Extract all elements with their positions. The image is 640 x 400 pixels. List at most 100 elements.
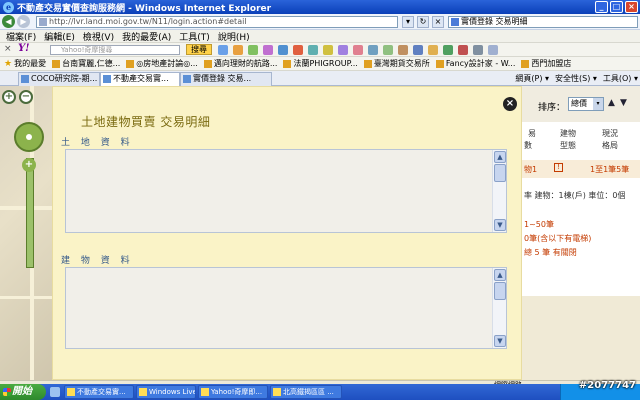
sort-descending-icon[interactable]: ▼ bbox=[620, 98, 627, 108]
column-header: 格局 bbox=[602, 141, 618, 150]
taskbar-item-other[interactable]: 北高鐵揭區區 ... bbox=[270, 385, 342, 399]
land-section-label: 土 地 資 料 bbox=[61, 138, 134, 148]
alert-icon: ! bbox=[554, 163, 563, 172]
dialog-close-icon[interactable]: × bbox=[503, 97, 517, 111]
toolbar-weather-icon[interactable] bbox=[308, 45, 318, 55]
building-scrollbar[interactable]: ▲ ▼ bbox=[492, 268, 506, 348]
favorite-item[interactable]: Fancy設計家 - W... bbox=[435, 58, 515, 69]
toolbar-more-icon[interactable] bbox=[488, 45, 498, 55]
yahoo-logo-icon[interactable]: Y! bbox=[18, 43, 30, 54]
scroll-thumb[interactable] bbox=[494, 282, 506, 300]
favorites-star-icon: ★ bbox=[4, 58, 13, 69]
favorite-item[interactable]: 邁向理財的航路... bbox=[203, 58, 277, 69]
taskbar-item-live[interactable]: Windows Live ... bbox=[136, 385, 196, 399]
scroll-down-icon[interactable]: ▼ bbox=[494, 219, 506, 231]
yahoo-toolbar: × Y! Yahoo!奇摩搜尋 搜尋 bbox=[0, 43, 640, 57]
toolbar-star-icon[interactable] bbox=[428, 45, 438, 55]
favorite-item[interactable]: 西門加盟店 bbox=[521, 58, 571, 69]
tab-transaction[interactable]: 實價登錄 交易... bbox=[180, 72, 272, 86]
toolbar-travel-icon[interactable] bbox=[383, 45, 393, 55]
toolbar-video-icon[interactable] bbox=[293, 45, 303, 55]
tab-page-icon bbox=[21, 75, 29, 83]
toolbar-map-icon[interactable] bbox=[368, 45, 378, 55]
tab-realestate[interactable]: 不動產交易實... bbox=[100, 72, 180, 86]
result-row[interactable]: 物1 ! 1至1筆5筆 bbox=[510, 160, 640, 178]
taskbar-item-yahoo[interactable]: Yahoo!奇摩即... bbox=[198, 385, 268, 399]
map-road bbox=[0, 296, 52, 299]
map-zoom-in-button[interactable]: + bbox=[2, 90, 16, 104]
scroll-up-icon[interactable]: ▲ bbox=[494, 269, 506, 281]
map-zoom-plus-icon[interactable]: + bbox=[22, 158, 36, 172]
sort-select[interactable]: 總價 ▾ bbox=[568, 97, 604, 111]
results-column-headers: 易 建物 現況 數 型態 格局 bbox=[510, 126, 640, 154]
scroll-thumb[interactable] bbox=[494, 164, 506, 182]
task-app-icon bbox=[67, 388, 75, 396]
minimize-button[interactable]: _ bbox=[595, 1, 608, 13]
forward-button[interactable]: ▶ bbox=[17, 15, 30, 28]
menu-help[interactable]: 說明(H) bbox=[218, 30, 250, 43]
land-scrollbar[interactable]: ▲ ▼ bbox=[492, 150, 506, 232]
toolbar-auction-icon[interactable] bbox=[263, 45, 273, 55]
maximize-button[interactable]: □ bbox=[610, 1, 623, 13]
map-view[interactable]: + − + bbox=[0, 86, 52, 380]
refresh-button[interactable]: ↻ bbox=[417, 16, 429, 28]
window-controls: _ □ × bbox=[595, 1, 638, 13]
menu-favorites[interactable]: 我的最愛(A) bbox=[122, 30, 171, 43]
toolbar-movie-icon[interactable] bbox=[458, 45, 468, 55]
tools-menu[interactable]: 工具(O) ▾ bbox=[603, 73, 638, 84]
quicklaunch-ie-icon[interactable] bbox=[50, 387, 60, 397]
sort-ascending-icon[interactable]: ▲ bbox=[608, 98, 615, 108]
toolbar-game-icon[interactable] bbox=[338, 45, 348, 55]
toolbar-mail-icon[interactable] bbox=[218, 45, 228, 55]
favorite-site-icon bbox=[126, 59, 135, 68]
transaction-detail-dialog: 土地建物買賣 交易明細 × 土 地 資 料 ▲ ▼ 建 物 資 料 ▲ ▼ bbox=[52, 86, 522, 380]
toolbar-close-icon[interactable]: × bbox=[4, 44, 12, 54]
favorite-site-icon bbox=[435, 59, 444, 68]
toolbar-news-icon[interactable] bbox=[233, 45, 243, 55]
taskbar-item-ie[interactable]: 不動產交易實... bbox=[64, 385, 134, 399]
toolbar-house-icon[interactable] bbox=[398, 45, 408, 55]
toolbar-shopping-icon[interactable] bbox=[248, 45, 258, 55]
safety-menu[interactable]: 安全性(S) ▾ bbox=[555, 73, 597, 84]
favorite-item[interactable]: 台南寶麗,仁德... bbox=[52, 58, 120, 69]
column-header: 數 bbox=[524, 141, 532, 150]
map-pan-control[interactable] bbox=[14, 122, 44, 152]
toolbar-facebook-icon[interactable] bbox=[278, 45, 288, 55]
browser-search-input[interactable]: 實價登錄 交易明細 bbox=[448, 16, 638, 28]
stop-button[interactable]: × bbox=[432, 16, 444, 28]
map-zoom-out-button[interactable]: − bbox=[19, 90, 33, 104]
favorite-item[interactable]: ◎房地產討論◎... bbox=[126, 58, 198, 69]
scroll-up-icon[interactable]: ▲ bbox=[494, 151, 506, 163]
map-zoom-slider[interactable] bbox=[26, 158, 34, 268]
land-data-textarea[interactable]: ▲ ▼ bbox=[65, 149, 507, 233]
search-provider-icon bbox=[451, 18, 459, 26]
menu-file[interactable]: 檔案(F) bbox=[6, 30, 36, 43]
scroll-down-icon[interactable]: ▼ bbox=[494, 335, 506, 347]
url-input[interactable]: http://lvr.land.moi.gov.tw/N11/login.act… bbox=[36, 16, 398, 28]
yahoo-search-button[interactable]: 搜尋 bbox=[186, 44, 212, 55]
url-dropdown-button[interactable]: ▾ bbox=[402, 16, 414, 28]
page-menu[interactable]: 網頁(P) ▾ bbox=[515, 73, 549, 84]
toolbar-settings-icon[interactable] bbox=[473, 45, 483, 55]
tab-page-icon bbox=[103, 75, 111, 83]
url-text: http://lvr.land.moi.gov.tw/N11/login.act… bbox=[49, 17, 247, 26]
tab-coco[interactable]: COCO研究院-期... bbox=[18, 72, 100, 86]
page-content: + − + 排序： 總價 ▾ ▲ ▼ 易 建物 現況 數 型態 格局 物1 ! … bbox=[0, 86, 640, 380]
building-data-textarea[interactable]: ▲ ▼ bbox=[65, 267, 507, 349]
tab-page-icon bbox=[183, 75, 191, 83]
toolbar-music-icon[interactable] bbox=[353, 45, 363, 55]
favorite-item[interactable]: 法蘭PHIGROUP... bbox=[283, 58, 358, 69]
menu-tools[interactable]: 工具(T) bbox=[179, 30, 210, 43]
toolbar-tv-icon[interactable] bbox=[443, 45, 453, 55]
start-button[interactable]: 開始 bbox=[0, 384, 46, 400]
favorite-item[interactable]: 臺灣期貨交易所 bbox=[363, 58, 430, 69]
window-title: 不動產交易實價查詢服務網 - Windows Internet Explorer bbox=[17, 3, 272, 14]
toolbar-stock-icon[interactable] bbox=[323, 45, 333, 55]
toolbar-blog-icon[interactable] bbox=[413, 45, 423, 55]
back-button[interactable]: ◀ bbox=[2, 15, 15, 28]
menu-view[interactable]: 檢視(V) bbox=[83, 30, 114, 43]
yahoo-search-input[interactable]: Yahoo!奇摩搜尋 bbox=[50, 45, 180, 55]
close-button[interactable]: × bbox=[625, 1, 638, 13]
menu-edit[interactable]: 編輯(E) bbox=[44, 30, 75, 43]
favorites-button[interactable]: ★ 我的最愛 bbox=[4, 58, 46, 69]
